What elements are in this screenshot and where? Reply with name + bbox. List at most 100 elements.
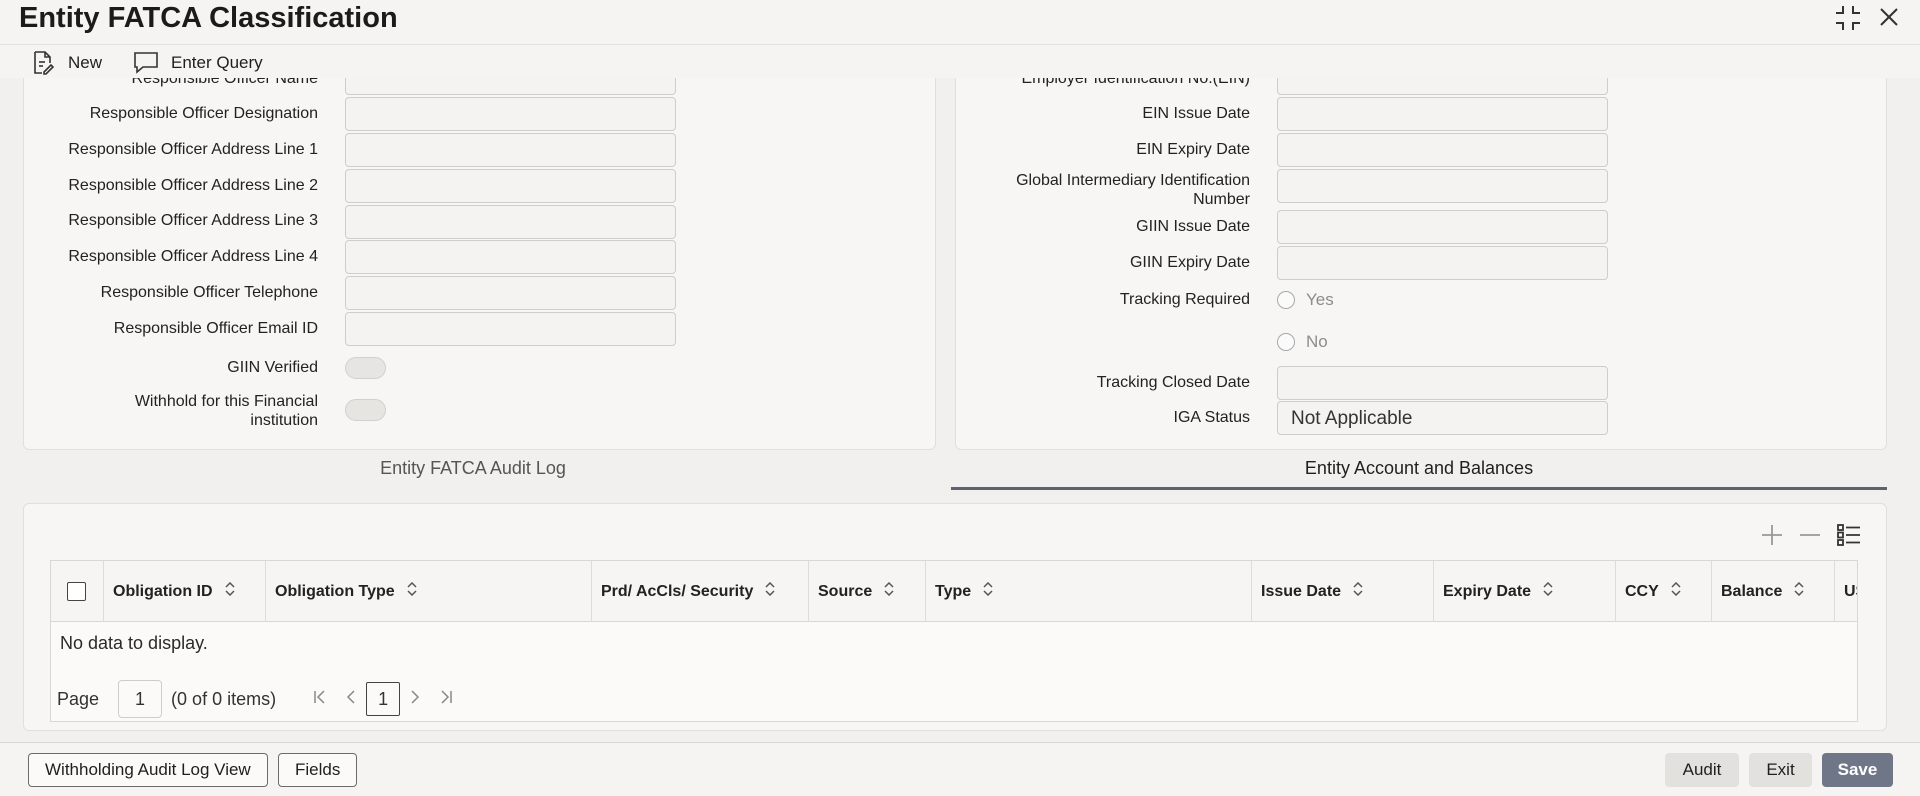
giin-verified-label: GIIN Verified [227, 359, 318, 376]
col-prd-acls-security[interactable]: Prd/ AcCls/ Security [592, 561, 809, 622]
page-label: Page [57, 688, 100, 709]
select-all-checkbox[interactable] [67, 582, 86, 601]
prev-page-icon[interactable] [344, 689, 358, 710]
email-label: Responsible Officer Email ID [113, 320, 318, 337]
sort-icon [1543, 561, 1553, 622]
col-obligation-type[interactable]: Obligation Type [266, 561, 592, 622]
col-ccy[interactable]: CCY [1616, 561, 1712, 622]
table-header: Obligation ID Obligation Type Prd/ AcCls… [51, 561, 1857, 622]
tracking-yes-radio[interactable]: Yes [1277, 290, 1334, 310]
empty-message: No data to display. [60, 633, 208, 653]
giin-label-line2: Number [1193, 191, 1250, 208]
page-input[interactable]: 1 [118, 680, 163, 718]
tracking-yes-label: Yes [1306, 290, 1334, 309]
tab-account-balances[interactable]: Entity Account and Balances [951, 458, 1887, 479]
email-field[interactable] [345, 312, 676, 346]
address4-field[interactable] [345, 240, 676, 274]
col-issue-date[interactable]: Issue Date [1252, 561, 1434, 622]
exit-button[interactable]: Exit [1749, 753, 1812, 787]
ein-expiry-field[interactable] [1277, 133, 1608, 167]
new-label: New [68, 53, 103, 72]
pagination: Page 1 (0 of 0 items) 1 [57, 679, 462, 719]
tab-audit-log[interactable]: Entity FATCA Audit Log [23, 458, 923, 479]
save-button[interactable]: Save [1822, 753, 1893, 787]
current-page[interactable]: 1 [366, 682, 401, 716]
window-controls [1834, 4, 1902, 32]
col-us[interactable]: US [1835, 561, 1857, 622]
column-list-icon[interactable] [1836, 522, 1862, 553]
fields-button[interactable]: Fields [278, 753, 358, 787]
remove-row-icon[interactable] [1798, 523, 1822, 552]
ein-expiry-label: EIN Expiry Date [1136, 141, 1250, 158]
radio-circle-icon [1277, 333, 1295, 351]
accounts-grid-panel: Obligation ID Obligation Type Prd/ AcCls… [23, 503, 1887, 731]
new-document-icon [34, 51, 55, 75]
address4-label: Responsible Officer Address Line 4 [68, 248, 318, 265]
address3-field[interactable] [345, 205, 676, 239]
address1-label: Responsible Officer Address Line 1 [68, 141, 318, 158]
ein-issue-label: EIN Issue Date [1142, 105, 1250, 122]
withholding-audit-log-button[interactable]: Withholding Audit Log View [28, 753, 268, 787]
title-bar: Entity FATCA Classification [0, 0, 1920, 44]
giin-issue-field[interactable] [1277, 210, 1608, 244]
giin-verified-toggle[interactable] [345, 357, 386, 379]
tracking-no-label: No [1306, 332, 1328, 351]
giin-label-line1: Global Intermediary Identification [1016, 172, 1250, 189]
tracking-required-label: Tracking Required [1119, 291, 1250, 308]
officer-name-field[interactable] [345, 78, 676, 95]
iga-status-label: IGA Status [1173, 409, 1250, 426]
withhold-toggle[interactable] [345, 399, 386, 421]
officer-name-label: Responsible Officer Name [131, 78, 318, 87]
minimize-restore-icon[interactable] [1834, 4, 1862, 32]
designation-label: Responsible Officer Designation [89, 105, 318, 122]
col-balance[interactable]: Balance [1712, 561, 1835, 622]
col-source[interactable]: Source [809, 561, 926, 622]
close-icon[interactable] [1876, 4, 1902, 32]
address1-field[interactable] [345, 133, 676, 167]
grid-actions [1760, 522, 1862, 553]
sort-icon [765, 561, 775, 622]
radio-circle-icon [1277, 291, 1295, 309]
address2-field[interactable] [345, 169, 676, 203]
active-tab-indicator [951, 487, 1887, 490]
sort-icon [407, 561, 417, 622]
chat-icon [134, 52, 158, 74]
col-obligation-id[interactable]: Obligation ID [104, 561, 266, 622]
withhold-label-line2: institution [250, 412, 318, 429]
toolbar: New Enter Query [0, 44, 1920, 78]
first-page-icon[interactable] [312, 689, 328, 710]
last-page-icon[interactable] [438, 689, 454, 710]
col-expiry-date[interactable]: Expiry Date [1434, 561, 1616, 622]
sort-icon [1671, 561, 1681, 622]
telephone-field[interactable] [345, 276, 676, 310]
enter-query-label: Enter Query [171, 53, 263, 72]
sort-icon [1353, 561, 1363, 622]
withhold-label-line1: Withhold for this Financial [134, 393, 318, 410]
designation-field[interactable] [345, 97, 676, 131]
enter-query-button[interactable]: Enter Query [133, 50, 263, 76]
tracking-no-radio[interactable]: No [1277, 332, 1328, 352]
giin-expiry-field[interactable] [1277, 246, 1608, 280]
next-page-icon[interactable] [408, 689, 422, 710]
sort-icon [1794, 561, 1804, 622]
items-count: (0 of 0 items) [171, 688, 277, 709]
ein-issue-field[interactable] [1277, 97, 1608, 131]
col-type[interactable]: Type [926, 561, 1252, 622]
new-button[interactable]: New [30, 50, 102, 76]
footer-bar: Withholding Audit Log View Fields Audit … [0, 742, 1920, 796]
giin-field[interactable] [1277, 169, 1608, 203]
sort-icon [225, 561, 235, 622]
ein-label: Employer Identification No.(EIN) [1021, 78, 1250, 87]
window-title: Entity FATCA Classification [19, 2, 398, 34]
audit-button[interactable]: Audit [1665, 753, 1739, 787]
sort-icon [884, 561, 894, 622]
sort-icon [983, 561, 993, 622]
ein-field[interactable] [1277, 78, 1608, 95]
add-row-icon[interactable] [1760, 523, 1784, 552]
tracking-closed-label: Tracking Closed Date [1096, 374, 1250, 391]
tracking-closed-field[interactable] [1277, 366, 1608, 400]
giin-expiry-label: GIIN Expiry Date [1129, 254, 1250, 271]
address2-label: Responsible Officer Address Line 2 [68, 177, 318, 194]
iga-status-field[interactable]: Not Applicable [1277, 401, 1608, 435]
giin-issue-label: GIIN Issue Date [1136, 218, 1250, 235]
